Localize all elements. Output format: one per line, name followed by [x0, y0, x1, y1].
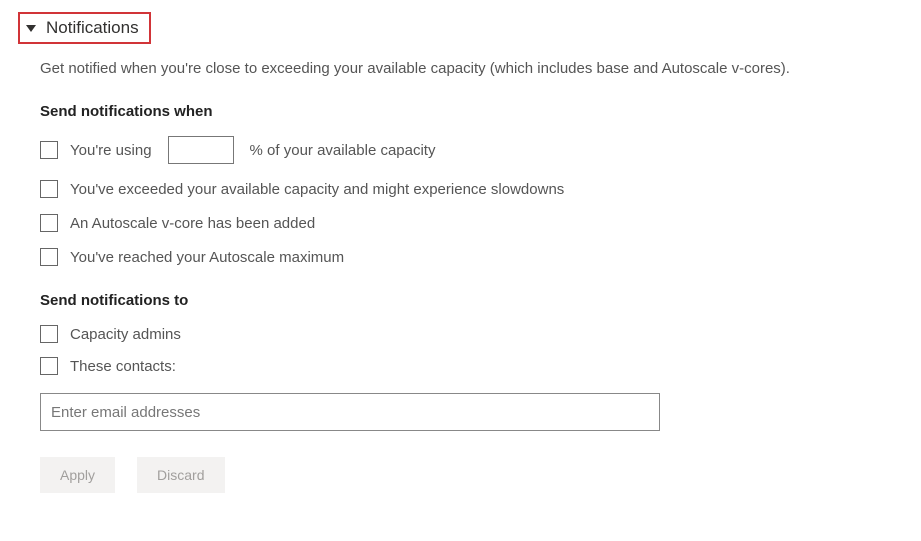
apply-button[interactable]: Apply [40, 457, 115, 493]
checkbox-capacity-admins[interactable] [40, 325, 58, 343]
notifications-section-toggle[interactable]: Notifications [18, 12, 151, 44]
capacity-admins-label: Capacity admins [70, 326, 181, 343]
email-addresses-input[interactable] [40, 393, 660, 431]
option-exceeded: You've exceeded your available capacity … [40, 180, 903, 198]
section-description: Get notified when you're close to exceed… [40, 60, 903, 77]
option-vcore-added: An Autoscale v-core has been added [40, 214, 903, 232]
option-usage-percent: You're using % of your available capacit… [40, 136, 903, 164]
notifications-content: Get notified when you're close to exceed… [18, 60, 903, 493]
action-buttons: Apply Discard [40, 457, 903, 493]
these-contacts-label: These contacts: [70, 358, 176, 375]
exceeded-label: You've exceeded your available capacity … [70, 181, 564, 198]
section-title: Notifications [46, 18, 139, 38]
option-these-contacts: These contacts: [40, 357, 903, 375]
discard-button[interactable]: Discard [137, 457, 224, 493]
send-to-heading: Send notifications to [40, 292, 903, 309]
vcore-added-label: An Autoscale v-core has been added [70, 215, 315, 232]
usage-percent-input[interactable] [168, 136, 234, 164]
checkbox-vcore-added[interactable] [40, 214, 58, 232]
checkbox-exceeded[interactable] [40, 180, 58, 198]
checkbox-these-contacts[interactable] [40, 357, 58, 375]
collapse-caret-icon [26, 25, 36, 32]
option-capacity-admins: Capacity admins [40, 325, 903, 343]
send-when-heading: Send notifications when [40, 103, 903, 120]
checkbox-usage-percent[interactable] [40, 141, 58, 159]
max-reached-label: You've reached your Autoscale maximum [70, 249, 344, 266]
usage-percent-label-suffix: % of your available capacity [250, 142, 436, 159]
checkbox-max-reached[interactable] [40, 248, 58, 266]
option-max-reached: You've reached your Autoscale maximum [40, 248, 903, 266]
usage-percent-label-prefix: You're using [70, 142, 152, 159]
